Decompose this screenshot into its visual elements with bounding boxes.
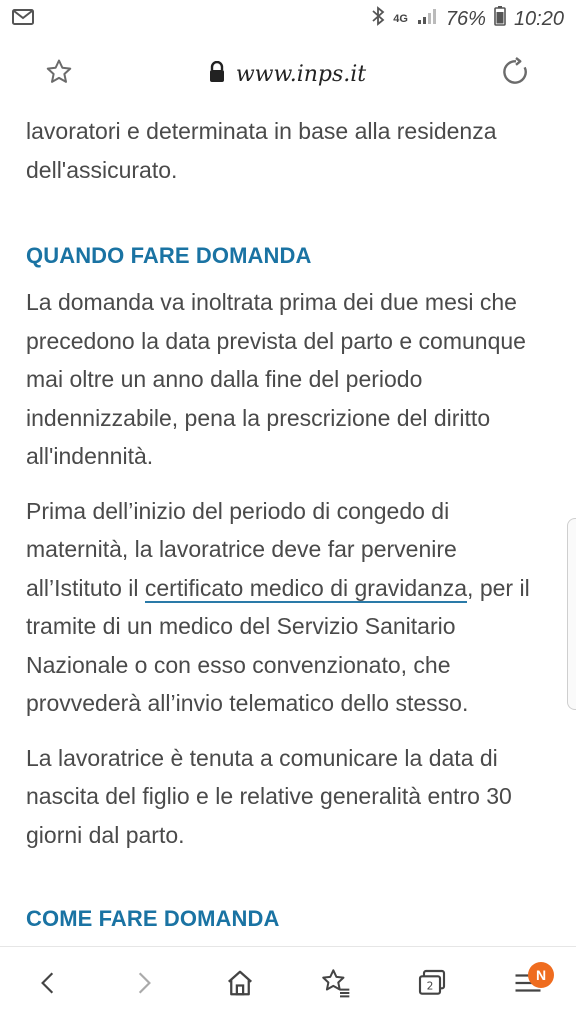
forward-arrow-icon (131, 968, 157, 1003)
gmail-icon (12, 8, 34, 30)
tabs-icon: 2 (416, 967, 448, 1004)
lock-icon (208, 60, 226, 88)
clock: 10:20 (513, 7, 564, 30)
status-right: 4G 76% 10:20 (371, 6, 564, 32)
bookmark-star-icon[interactable] (44, 57, 74, 92)
bookmarks-button[interactable] (306, 956, 366, 1016)
section-heading-quando: QUANDO FARE DOMANDA (26, 243, 312, 268)
status-bar: 4G 76% 10:20 (0, 0, 576, 38)
section-heading-come: COME FARE DOMANDA (26, 906, 280, 931)
home-icon (225, 968, 255, 1003)
back-button[interactable] (18, 956, 78, 1016)
url-field[interactable]: www.inps.it (208, 60, 367, 88)
bookmarks-star-list-icon (320, 967, 352, 1004)
home-button[interactable] (210, 956, 270, 1016)
reload-icon[interactable] (500, 56, 532, 93)
side-panel-handle[interactable] (567, 518, 576, 710)
network-label: 4G (393, 13, 408, 25)
battery-percent: 76% (445, 7, 486, 30)
signal-icon (416, 7, 438, 31)
menu-button[interactable]: N (498, 956, 558, 1016)
url-text: www.inps.it (235, 61, 367, 87)
back-arrow-icon (35, 968, 61, 1003)
bottom-toolbar: 2 N (0, 946, 576, 1024)
paragraph-residenza: lavoratori e determinata in base alla re… (26, 118, 497, 183)
svg-text:2: 2 (427, 980, 434, 993)
bluetooth-icon (371, 6, 385, 32)
status-left (12, 8, 34, 30)
battery-icon (494, 6, 506, 32)
paragraph-certificato: Prima dell’inizio del periodo di congedo… (26, 492, 552, 723)
page-content: lavoratori e determinata in base alla re… (26, 112, 552, 944)
tabs-button[interactable]: 2 (402, 956, 462, 1016)
certificato-link[interactable]: certificato medico di gravidanza (144, 574, 468, 603)
paragraph-domanda: La domanda va inoltrata prima dei due me… (26, 289, 526, 469)
forward-button[interactable] (114, 956, 174, 1016)
notification-badge: N (528, 961, 554, 988)
paragraph-comunicazione: La lavoratrice è tenuta a comunicare la … (26, 744, 512, 848)
address-bar: www.inps.it (0, 38, 576, 110)
